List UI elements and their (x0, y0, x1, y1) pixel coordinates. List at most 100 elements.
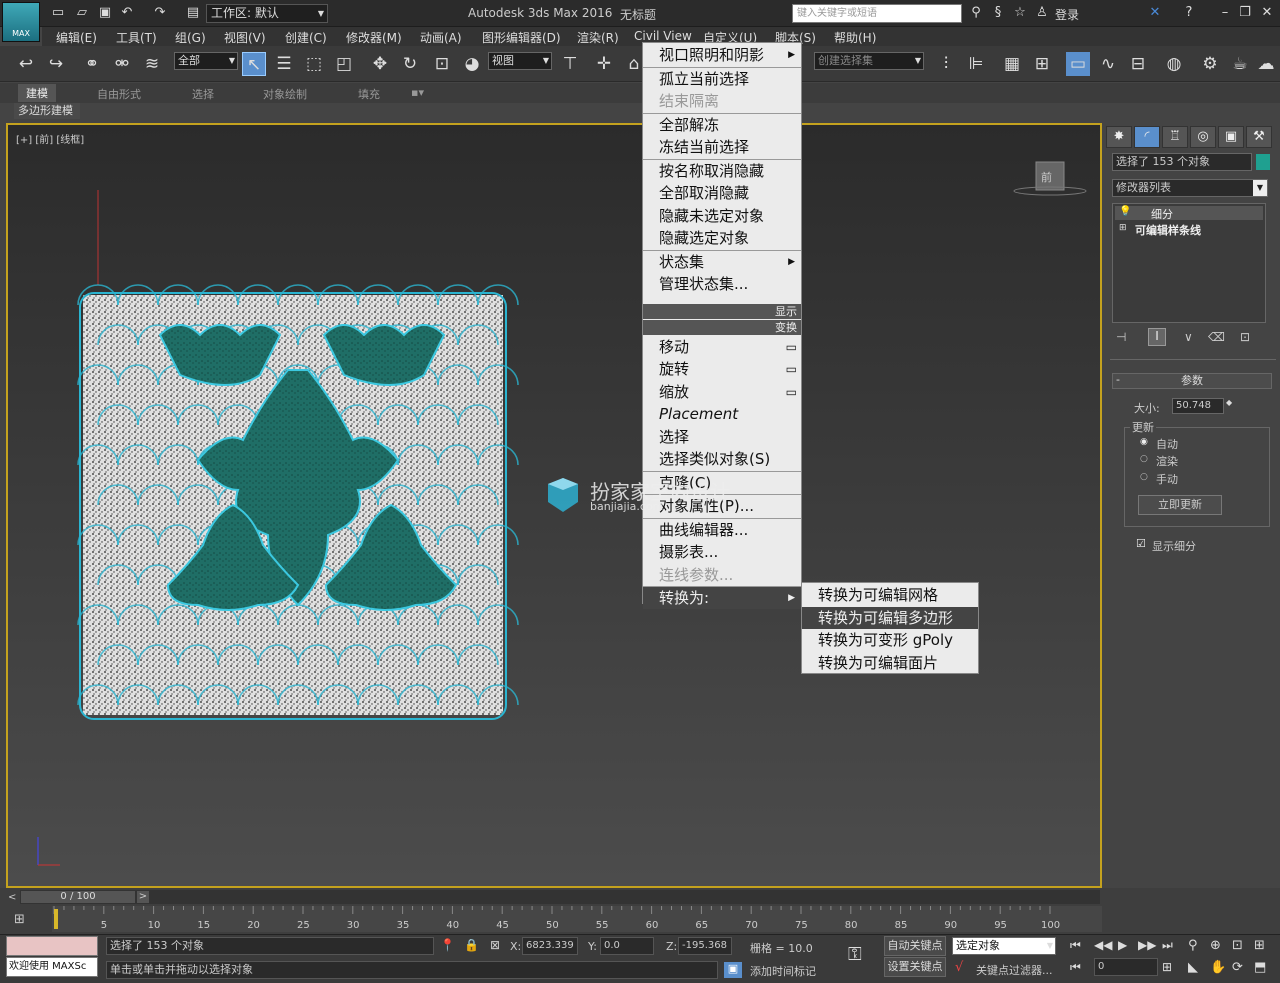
display-tab-icon[interactable]: ▣ (1218, 126, 1244, 148)
context-item-context_menu-items_bottom-2[interactable]: 缩放 ▭ (643, 381, 801, 403)
workspace-dropdown[interactable]: 工作区: 默认 ▼ (206, 4, 328, 23)
context-item-context_menu-items_top-7[interactable]: 隐藏未选定对象 (643, 205, 801, 227)
key-filters-button[interactable]: 关键点过滤器... (976, 962, 1053, 978)
settings-box-icon[interactable]: ▭ (786, 381, 797, 403)
context-item-context_menu-items_bottom-5[interactable]: 选择类似对象(S) (643, 448, 801, 470)
field-of-view-icon[interactable]: ◣ (1188, 960, 1198, 975)
menu-graph-editors[interactable]: 图形编辑器(D) (482, 29, 561, 46)
context-item-context_menu-items_bottom-1[interactable]: 旋转 ▭ (643, 358, 801, 380)
menu-tools[interactable]: 工具(T) (116, 29, 157, 46)
help-icon[interactable]: ? (1181, 5, 1197, 21)
submenu-item-2[interactable]: 转换为可变形 gPoly (802, 629, 978, 651)
named-selection-dropdown[interactable]: 创建选择集 (814, 52, 924, 70)
key-filter-icon[interactable]: √ (955, 960, 963, 975)
radio-manual[interactable]: ○ (1140, 472, 1148, 482)
go-to-end-icon[interactable]: ⏭ (1162, 938, 1173, 953)
settings-box-icon[interactable]: ▭ (786, 358, 797, 380)
time-tag-icon[interactable]: ▣ (724, 962, 742, 978)
menu-create[interactable]: 创建(C) (285, 29, 327, 46)
align-icon[interactable]: ⊫ (964, 52, 988, 76)
settings-box-icon[interactable]: ▭ (786, 336, 797, 358)
auto-key-button[interactable]: 自动关键点 (884, 936, 946, 956)
key-mode-icon[interactable]: ⚿ (848, 944, 862, 965)
mirror-icon[interactable]: ⫶ (934, 52, 958, 76)
context-item-context_menu-items_bottom-4[interactable]: 选择 (643, 426, 801, 448)
modifier-list-dropdown[interactable]: 修改器列表 ▼ (1112, 179, 1268, 197)
undo-icon[interactable]: ↩ (14, 52, 38, 76)
stack-item-subdivide[interactable]: 细分 (1115, 206, 1263, 221)
menu-help[interactable]: 帮助(H) (834, 29, 876, 46)
user-icon[interactable]: ♙ (1034, 5, 1050, 21)
modifier-stack[interactable]: 细分 💡 可编辑样条线 ⊞ (1112, 203, 1266, 323)
ribbon-tab-object-paint[interactable]: 对象绘制 (263, 86, 307, 102)
maxscript-input[interactable]: 欢迎使用 MAXSc (6, 957, 98, 977)
binoculars-icon[interactable]: ⚲ (968, 5, 984, 21)
application-button[interactable]: MAX (2, 2, 40, 42)
track-bar-icon[interactable]: ⊞ (14, 912, 36, 930)
add-time-tag[interactable]: 添加时间标记 (750, 963, 816, 979)
scene-explorer-icon[interactable]: ⊞ (1030, 52, 1054, 76)
context-item-context_menu-items_top-10[interactable]: 管理状态集... (643, 273, 801, 295)
context-item-context_menu-items_top-9[interactable]: 状态集 ▶ (643, 251, 801, 273)
lightbulb-icon[interactable]: 💡 (1119, 206, 1131, 217)
key-selection-dropdown[interactable]: 选定对象 (952, 937, 1056, 955)
undo-icon[interactable]: ↶ (119, 5, 135, 21)
select-object-icon[interactable]: ↖ (242, 52, 266, 76)
context-item-context_menu-items_top-2[interactable]: 结束隔离 (643, 90, 801, 112)
menu-animation[interactable]: 动画(A) (420, 29, 462, 46)
configure-sets-icon[interactable]: ⊡ (1240, 330, 1250, 344)
selection-filter-dropdown[interactable]: 全部 (174, 52, 238, 70)
selection-lock-icon[interactable]: 🔒 (464, 938, 479, 952)
exchange-icon[interactable]: ✕ (1147, 5, 1163, 21)
time-config-icon[interactable]: ⊞ (1162, 960, 1172, 974)
context-item-context_menu-items_bottom-11[interactable]: 转换为: ▶ (643, 587, 801, 609)
next-frame-icon[interactable]: ▶▶ (1138, 938, 1156, 952)
submenu-item-1[interactable]: 转换为可编辑多边形 (802, 606, 978, 629)
reference-coord-dropdown[interactable]: 视图 (488, 52, 552, 70)
play-icon[interactable]: ▶ (1118, 938, 1127, 952)
select-manipulate-icon[interactable]: ✛ (592, 52, 616, 76)
ribbon-tab-populate[interactable]: 填充 (358, 86, 380, 102)
go-to-start-icon[interactable]: ⏮ (1070, 938, 1081, 953)
rect-selection-icon[interactable]: ⬚ (302, 52, 326, 76)
context-item-context_menu-items_top-6[interactable]: 全部取消隐藏 (643, 182, 801, 204)
project-folder-icon[interactable]: ▤ (185, 5, 201, 21)
schematic-view-icon[interactable]: ⊟ (1126, 52, 1150, 76)
select-by-name-icon[interactable]: ☰ (272, 52, 296, 76)
menu-civil-view[interactable]: Civil View (634, 29, 692, 43)
slider-next-icon[interactable]: > (136, 890, 150, 904)
ribbon-options-icon[interactable]: ▪▾ (411, 86, 424, 99)
unlink-icon[interactable]: ⚮ (110, 52, 134, 76)
submenu-item-0[interactable]: 转换为可编辑网格 (802, 584, 978, 606)
key-mode-toggle-icon[interactable]: ⏮ (1070, 960, 1081, 975)
login-link[interactable]: 登录 (1055, 6, 1079, 23)
object-color-swatch[interactable] (1256, 154, 1270, 170)
stack-item-editable-spline[interactable]: 可编辑样条线 (1115, 222, 1263, 237)
link-icon[interactable]: ⚭ (80, 52, 104, 76)
spinner-arrows-icon[interactable]: ◆ (1226, 398, 1232, 407)
redo-icon[interactable]: ↷ (152, 5, 168, 21)
track-bar[interactable]: 5 10 15 20 25 30 35 40 45 50 55 60 65 70 75 80 85 90 95 100 (52, 906, 1102, 932)
size-spinner[interactable]: 50.748 (1172, 398, 1224, 414)
isolate-icon[interactable]: 📍 (440, 938, 455, 952)
show-subdivision-checkbox[interactable]: ☑ (1136, 537, 1146, 550)
context-item-context_menu-items_top-4[interactable]: 冻结当前选择 (643, 136, 801, 158)
menu-modifiers[interactable]: 修改器(M) (346, 29, 402, 46)
context-item-context_menu-items_top-0[interactable]: 视口照明和阴影 ▶ (643, 44, 801, 66)
restore-icon[interactable]: ❐ (1237, 5, 1253, 21)
move-icon[interactable]: ✥ (368, 52, 392, 76)
pivot-center-icon[interactable]: ⊤ (558, 52, 582, 76)
remove-modifier-icon[interactable]: ⌫ (1208, 330, 1225, 344)
context-item-context_menu-items_bottom-10[interactable]: 连线参数... (643, 564, 801, 586)
context-item-context_menu-items_bottom-3[interactable]: Placement (643, 403, 801, 425)
object-name-field[interactable]: 选择了 153 个对象 (1112, 153, 1252, 171)
zoom-icon[interactable]: ⚲ (1188, 938, 1198, 953)
current-frame-field[interactable]: 0 (1094, 958, 1158, 976)
subscription-icon[interactable]: § (990, 5, 1006, 21)
rollout-collapse-icon[interactable]: - (1116, 373, 1120, 386)
pin-stack-icon[interactable]: ⊣ (1116, 330, 1126, 344)
open-file-icon[interactable]: ▱ (74, 5, 90, 21)
utilities-tab-icon[interactable]: ⚒ (1246, 126, 1272, 148)
z-coord-field[interactable]: -195.368 (678, 937, 732, 955)
render-icon[interactable]: ☁ (1254, 52, 1278, 76)
